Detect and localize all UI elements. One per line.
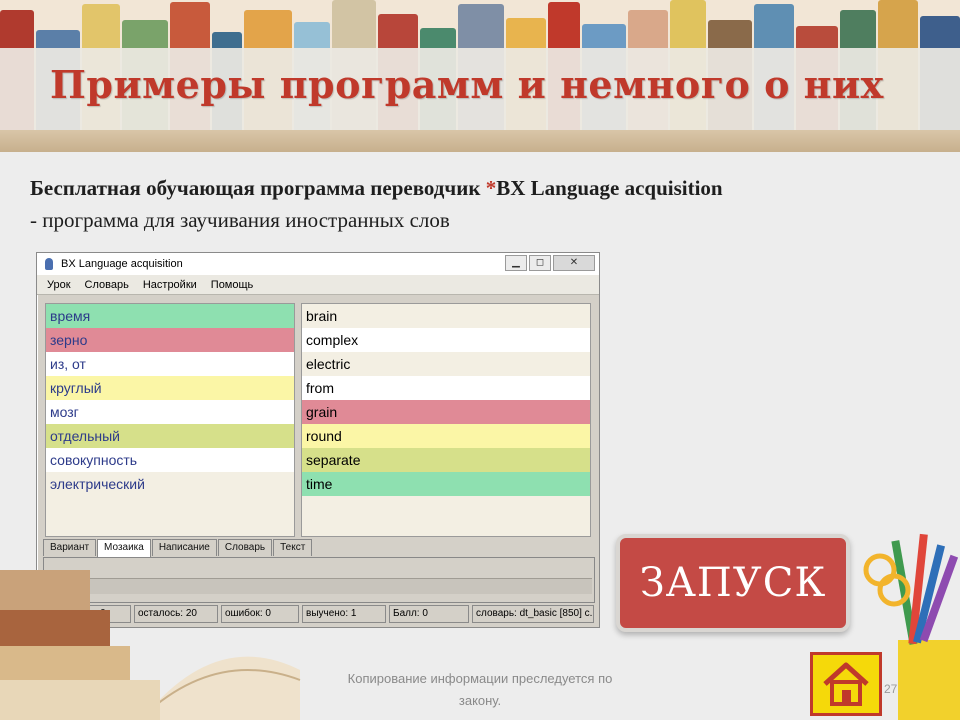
window-controls: ▁ ◻ ✕ (505, 255, 595, 271)
english-word-row[interactable]: from (302, 376, 590, 400)
tab-0[interactable]: Вариант (43, 539, 97, 556)
subtitle-prefix: Бесплатная обучающая программа переводчи… (30, 176, 486, 200)
app-window-title: BX Language acquisition (61, 258, 183, 270)
english-word-row[interactable]: brain (302, 304, 590, 328)
russian-word-row[interactable]: время (46, 304, 294, 328)
english-word-list[interactable]: brain complex electric from grain round separa… (301, 303, 591, 537)
tab-1[interactable]: Мозаика (97, 539, 151, 558)
english-word-row[interactable]: separate (302, 448, 590, 472)
tab-3[interactable]: Словарь (217, 539, 273, 556)
home-button[interactable] (810, 652, 882, 716)
copyright-note: Копирование информации преследуется по з… (347, 671, 613, 708)
menu-settings[interactable]: Настройки (143, 279, 197, 291)
subtitle-app-name: BX Language acquisition (496, 176, 723, 200)
app-menubar: Урок Словарь Настройки Помощь (37, 275, 599, 295)
menu-help[interactable]: Помощь (211, 279, 254, 291)
tab-2[interactable]: Написание (151, 539, 217, 556)
app-titlebar: BX Language acquisition ▁ ◻ ✕ (37, 253, 599, 275)
close-button[interactable]: ✕ (553, 255, 595, 271)
maximize-button[interactable]: ◻ (529, 255, 551, 271)
russian-word-row[interactable]: совокупность (46, 448, 294, 472)
app-icon (45, 258, 53, 270)
menu-lesson[interactable]: Урок (47, 279, 71, 291)
russian-word-row[interactable]: зерно (46, 328, 294, 352)
english-word-row[interactable]: complex (302, 328, 590, 352)
minimize-button[interactable]: ▁ (505, 255, 527, 271)
russian-word-row[interactable]: электрический (46, 472, 294, 496)
subtitle-star: * (485, 176, 497, 200)
english-word-row[interactable]: electric (302, 352, 590, 376)
english-word-row[interactable]: time (302, 472, 590, 496)
subtitle: Бесплатная обучающая программа переводчи… (30, 172, 930, 236)
page-title: Примеры программ и немного о них (50, 62, 884, 107)
menu-dictionary[interactable]: Словарь (85, 279, 129, 291)
english-word-row[interactable]: grain (302, 400, 590, 424)
status-cell: словарь: dt_basic [850] с. (472, 605, 594, 623)
russian-word-list[interactable]: время зерно из, от круглый мозг отдельный сово… (45, 303, 295, 537)
mode-tabs: Вариант Мозаика Написание Словарь Текст (43, 539, 313, 558)
english-word-row[interactable]: round (302, 424, 590, 448)
launch-button[interactable]: ЗАПУСК (616, 534, 850, 632)
russian-word-row[interactable]: отдельный (46, 424, 294, 448)
tab-4[interactable]: Текст (273, 539, 313, 556)
subtitle-description: - программа для заучивания иностранных с… (30, 208, 450, 232)
word-panes: время зерно из, от круглый мозг отдельный сово… (45, 303, 591, 537)
page-number: 27 (884, 682, 898, 696)
russian-word-row[interactable]: круглый (46, 376, 294, 400)
russian-word-row[interactable]: из, от (46, 352, 294, 376)
status-cell: Балл: 0 (389, 605, 469, 623)
home-icon (823, 662, 869, 706)
russian-word-row[interactable]: мозг (46, 400, 294, 424)
books-decoration (0, 570, 301, 720)
